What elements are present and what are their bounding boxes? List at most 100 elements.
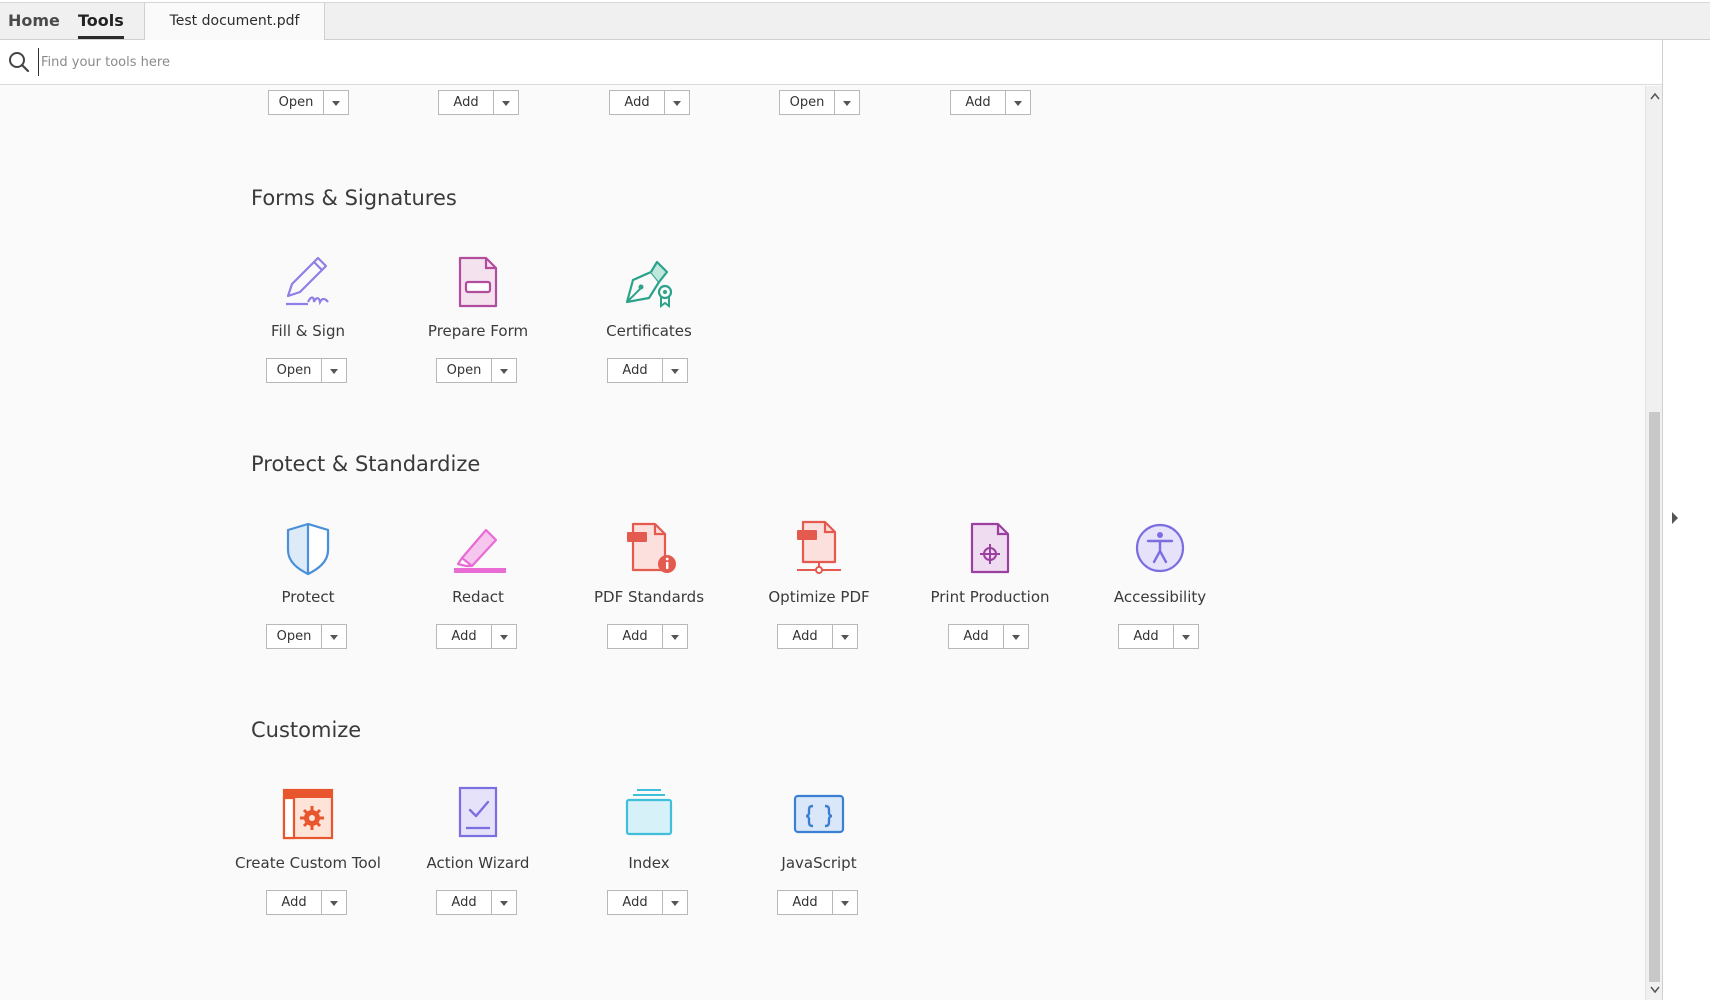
chevron-down-icon[interactable] [1174, 624, 1199, 649]
tool-label: Create Custom Tool [235, 854, 381, 872]
chevron-down-icon[interactable] [322, 624, 347, 649]
add-button[interactable]: Add [436, 890, 492, 915]
tool-javascript[interactable]: JavaScript Add [734, 784, 904, 934]
scroll-down-icon[interactable] [1650, 986, 1660, 994]
open-button[interactable]: Open [268, 90, 324, 115]
add-button[interactable]: Add [777, 624, 833, 649]
chevron-down-icon[interactable] [663, 890, 688, 915]
tab-tools[interactable]: Tools [78, 3, 124, 39]
chevron-down-icon[interactable] [492, 890, 517, 915]
tool-prepare-form[interactable]: Prepare Form Open [393, 252, 563, 402]
add-button[interactable]: Add [609, 90, 665, 115]
tool-buttons: Open [266, 358, 347, 383]
tool-index[interactable]: Index Add [564, 784, 734, 934]
chevron-down-icon[interactable] [833, 890, 858, 915]
scroll-up-icon[interactable] [1650, 92, 1660, 100]
tool-optimize-pdf[interactable]: Optimize PDF Add [734, 518, 904, 668]
chevron-down-icon[interactable] [833, 624, 858, 649]
chevron-down-icon[interactable] [1004, 624, 1029, 649]
tool-buttons: Add [266, 890, 347, 915]
top-row-tool-1-buttons: Open [268, 90, 349, 115]
chevron-down-icon[interactable] [1006, 90, 1031, 115]
expand-pane-icon[interactable] [1672, 512, 1678, 524]
section-title-customize: Customize [251, 718, 362, 742]
add-button[interactable]: Add [950, 90, 1006, 115]
chevron-down-icon[interactable] [835, 90, 860, 115]
tab-bar: Home Tools Test document.pdf [0, 3, 1710, 40]
open-button[interactable]: Open [436, 358, 492, 383]
tool-redact[interactable]: Redact Add [393, 518, 563, 668]
open-button[interactable]: Open [266, 358, 322, 383]
tool-label: Optimize PDF [768, 588, 870, 606]
top-row-tool-3-buttons: Add [609, 90, 690, 115]
add-button[interactable]: Add [266, 890, 322, 915]
certificates-icon [625, 260, 673, 308]
tool-label: JavaScript [781, 854, 857, 872]
chevron-down-icon[interactable] [322, 890, 347, 915]
add-button[interactable]: Add [438, 90, 494, 115]
tool-print-production[interactable]: Print Production Add [905, 518, 1075, 668]
tool-label: Accessibility [1113, 588, 1207, 606]
open-button[interactable]: Open [779, 90, 835, 115]
top-row-tool-4-buttons: Open [779, 90, 860, 115]
tool-buttons: Add [607, 890, 688, 915]
add-button[interactable]: Add [948, 624, 1004, 649]
chevron-down-icon[interactable] [324, 90, 349, 115]
optimize-pdf-icon [797, 520, 841, 574]
tool-buttons: Open [436, 358, 517, 383]
add-button[interactable]: Add [607, 890, 663, 915]
chevron-down-icon[interactable] [322, 358, 347, 383]
add-button[interactable]: Add [607, 358, 663, 383]
tool-protect[interactable]: Protect Open [223, 518, 393, 668]
javascript-icon [793, 794, 845, 834]
prepare-form-icon [458, 256, 498, 308]
scrollbar-thumb[interactable] [1649, 412, 1660, 982]
tool-pdf-standards[interactable]: PDF Standards Add [564, 518, 734, 668]
search-icon [9, 52, 30, 73]
redact-icon [454, 528, 506, 573]
chevron-down-icon[interactable] [663, 358, 688, 383]
chevron-down-icon[interactable] [663, 624, 688, 649]
tool-buttons: Add [777, 624, 858, 649]
accessibility-icon [1135, 523, 1185, 573]
tool-certificates[interactable]: Certificates Add [564, 252, 734, 402]
tool-label: Action Wizard [426, 854, 530, 872]
tool-buttons: Add [607, 624, 688, 649]
fill-sign-icon [286, 256, 329, 306]
tool-action-wizard[interactable]: Action Wizard Add [393, 784, 563, 934]
add-button[interactable]: Add [1118, 624, 1174, 649]
tab-document[interactable]: Test document.pdf [144, 3, 325, 40]
right-pane [1662, 40, 1710, 1000]
tool-label: Prepare Form [427, 322, 529, 340]
tool-accessibility[interactable]: Accessibility Add [1075, 518, 1245, 668]
tool-label: Index [628, 854, 670, 872]
tool-buttons: Open [266, 624, 347, 649]
tool-label: Protect [281, 588, 335, 606]
tab-home[interactable]: Home [8, 3, 60, 39]
index-icon [625, 789, 673, 836]
print-production-icon [970, 522, 1010, 574]
add-button[interactable]: Add [607, 624, 663, 649]
search-input[interactable] [38, 48, 738, 76]
add-button[interactable]: Add [777, 890, 833, 915]
pdf-standards-icon [627, 522, 676, 573]
chevron-down-icon[interactable] [665, 90, 690, 115]
shield-icon [286, 522, 330, 576]
chevron-down-icon[interactable] [492, 624, 517, 649]
tool-buttons: Add [436, 890, 517, 915]
tool-fill-sign[interactable]: Fill & Sign Open [223, 252, 393, 402]
tool-buttons: Add [1118, 624, 1199, 649]
open-button[interactable]: Open [266, 624, 322, 649]
tool-label: Fill & Sign [271, 322, 345, 340]
tool-buttons: Add [777, 890, 858, 915]
section-title-forms: Forms & Signatures [251, 186, 457, 210]
action-wizard-icon [458, 786, 498, 838]
create-custom-tool-icon [282, 788, 334, 840]
top-row-tool-5-buttons: Add [950, 90, 1031, 115]
chevron-down-icon[interactable] [494, 90, 519, 115]
add-button[interactable]: Add [436, 624, 492, 649]
chevron-down-icon[interactable] [492, 358, 517, 383]
tool-create-custom-tool[interactable]: Create Custom Tool Add [223, 784, 393, 934]
vertical-scrollbar[interactable] [1645, 86, 1662, 1000]
tool-buttons: Add [607, 358, 688, 383]
